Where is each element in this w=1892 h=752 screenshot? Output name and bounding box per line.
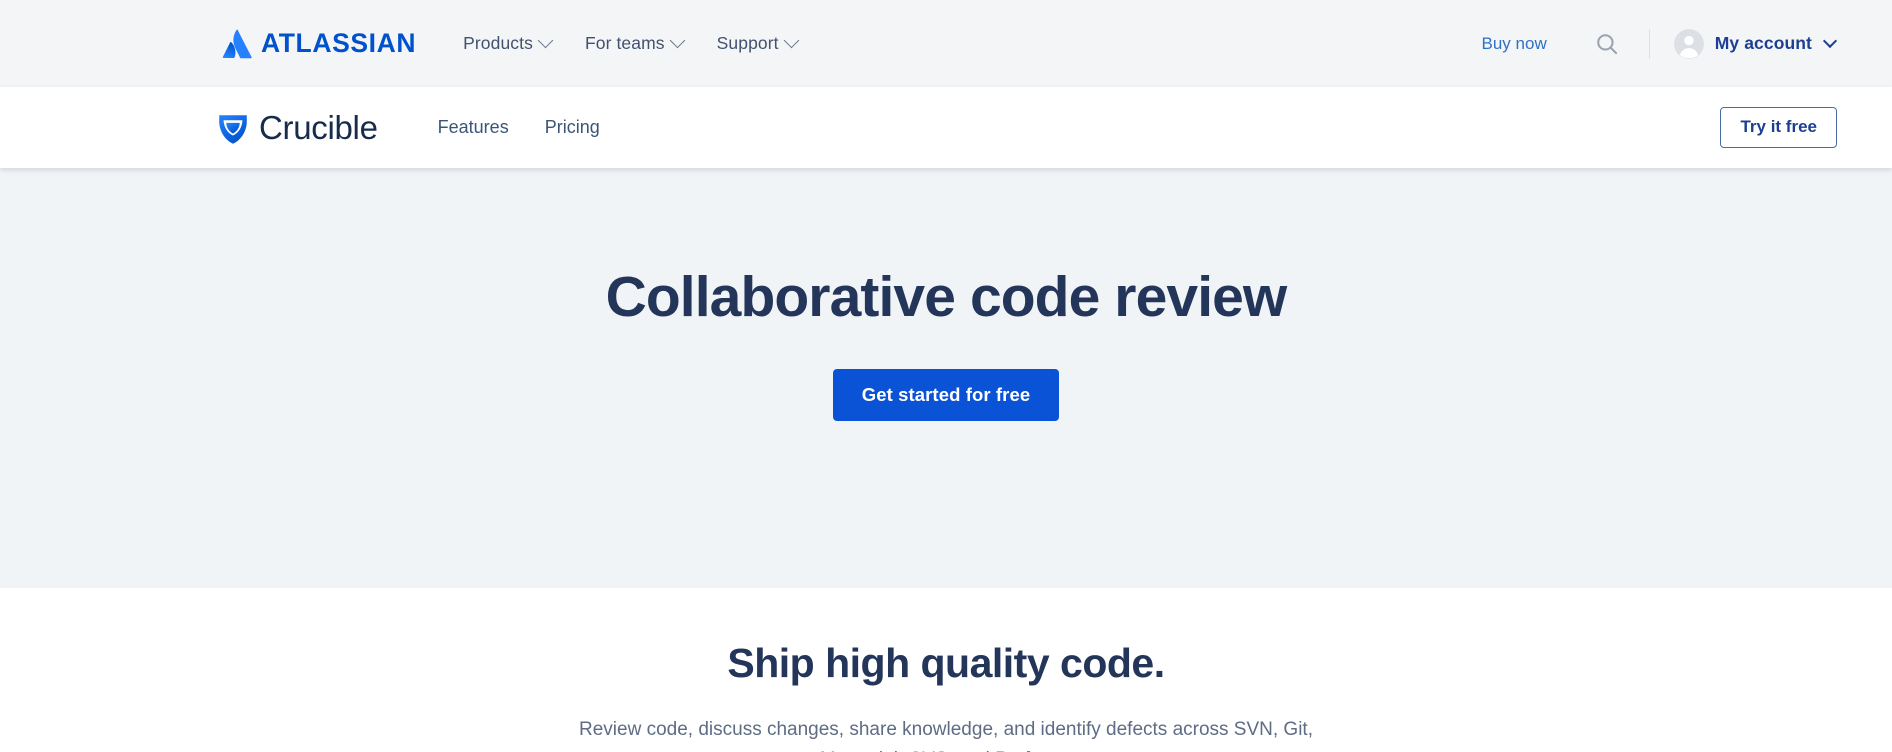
global-nav-menu: Products For teams Support: [446, 25, 814, 62]
nav-divider: [1648, 28, 1650, 59]
atlassian-global-nav: ATLASSIAN Products For teams Support Buy…: [0, 0, 1892, 87]
nav-item-for-teams[interactable]: For teams: [568, 25, 700, 62]
my-account-menu[interactable]: My account: [1672, 25, 1838, 63]
my-account-label: My account: [1714, 33, 1812, 53]
nav-item-support-label: Support: [716, 33, 779, 53]
crucible-logo-icon: [218, 112, 248, 144]
try-it-free-button[interactable]: Try it free: [1720, 107, 1837, 148]
product-nav-bar: Crucible Features Pricing Try it free: [0, 87, 1892, 168]
hero-section: Collaborative code review Get started fo…: [0, 168, 1892, 588]
nav-item-support[interactable]: Support: [700, 25, 814, 62]
nav-item-for-teams-label: For teams: [584, 33, 665, 53]
chevron-down-icon: [1822, 33, 1838, 48]
product-nav-features[interactable]: Features: [420, 109, 527, 146]
value-prop-section: Ship high quality code. Review code, dis…: [0, 588, 1892, 752]
atlassian-logo-icon: [222, 29, 252, 59]
global-nav-left: ATLASSIAN Products For teams Support: [222, 25, 814, 62]
global-nav-right: Buy now My account: [1472, 22, 1838, 66]
chevron-down-icon: [783, 32, 799, 49]
search-icon: [1596, 33, 1617, 54]
hero-title: Collaborative code review: [605, 265, 1288, 329]
page-root: ATLASSIAN Products For teams Support Buy…: [0, 0, 1892, 752]
section-title: Ship high quality code.: [727, 640, 1165, 686]
nav-item-products-label: Products: [463, 33, 533, 53]
atlassian-logo-link[interactable]: ATLASSIAN: [222, 29, 416, 59]
buy-now-link[interactable]: Buy now: [1472, 28, 1557, 60]
crucible-home-link[interactable]: Crucible: [218, 111, 378, 144]
get-started-for-free-button[interactable]: Get started for free: [832, 368, 1060, 422]
atlassian-wordmark: ATLASSIAN: [261, 28, 417, 59]
nav-item-products[interactable]: Products: [446, 25, 568, 62]
chevron-down-icon: [669, 32, 685, 49]
product-name: Crucible: [259, 109, 378, 146]
user-avatar-icon: [1673, 28, 1704, 59]
search-button[interactable]: [1585, 22, 1629, 66]
product-nav-menu: Features Pricing: [420, 109, 618, 146]
product-nav-pricing[interactable]: Pricing: [527, 109, 618, 146]
chevron-down-icon: [537, 32, 554, 49]
section-body-text: Review code, discuss changes, share know…: [579, 719, 1313, 752]
